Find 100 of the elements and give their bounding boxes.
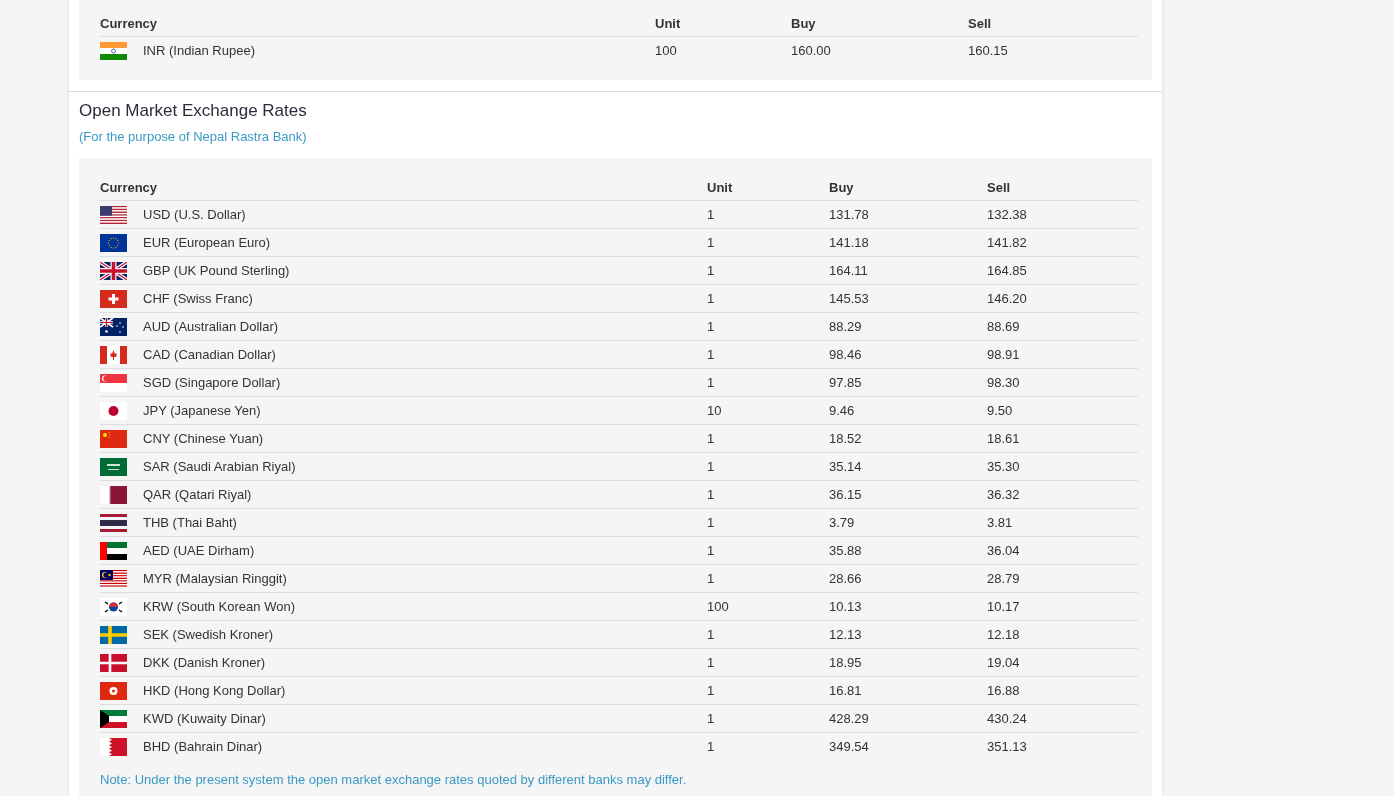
sell-rate: 430.24 (987, 711, 1027, 726)
buy-rate: 10.13 (829, 599, 862, 614)
flag-icon (100, 401, 127, 420)
sell-rate: 10.17 (987, 599, 1020, 614)
unit-cell: 1 (707, 431, 715, 446)
flag-icon (100, 457, 127, 476)
sell-rate: 9.50 (987, 403, 1013, 418)
column-header: Currency (100, 15, 158, 31)
flag-icon (100, 289, 127, 308)
unit-cell: 1 (707, 291, 715, 306)
flag-icon (100, 233, 127, 252)
unit-cell: 1 (707, 627, 715, 642)
unit-cell: 1 (707, 543, 715, 558)
flag-icon (100, 653, 127, 672)
flag-icon (100, 681, 127, 700)
unit-cell: 1 (707, 711, 715, 726)
buy-rate: 88.29 (829, 319, 862, 334)
flag-icon (100, 597, 127, 616)
section-title: Open Market Exchange Rates (79, 101, 307, 121)
sell-rate: 19.04 (987, 655, 1020, 670)
sell-rate: 160.15 (968, 43, 1008, 58)
buy-rate: 28.66 (829, 571, 862, 586)
flag-icon (100, 569, 127, 588)
unit-cell: 1 (707, 375, 715, 390)
buy-rate: 97.85 (829, 375, 862, 390)
currency-name: USD (U.S. Dollar) (143, 207, 246, 222)
unit-cell: 1 (707, 571, 715, 586)
currency-name: AUD (Australian Dollar) (143, 319, 279, 334)
buy-rate: 9.46 (829, 403, 855, 418)
currency-name: KWD (Kuwaity Dinar) (143, 711, 266, 726)
buy-rate: 141.18 (829, 235, 869, 250)
currency-name: QAR (Qatari Riyal) (143, 487, 252, 502)
flag-icon (100, 41, 127, 60)
sell-rate: 164.85 (987, 263, 1027, 278)
currency-name: JPY (Japanese Yen) (143, 403, 261, 418)
buy-rate: 16.81 (829, 683, 862, 698)
column-header: Buy (791, 15, 816, 31)
buy-rate: 36.15 (829, 487, 862, 502)
currency-name: EUR (European Euro) (143, 235, 271, 250)
column-header: Sell (987, 179, 1011, 195)
sell-rate: 98.30 (987, 375, 1020, 390)
unit-cell: 1 (707, 655, 715, 670)
flag-icon (100, 261, 127, 280)
sell-rate: 12.18 (987, 627, 1020, 642)
currency-name: SEK (Swedish Kroner) (143, 627, 274, 642)
section-subtitle: (For the purpose of Nepal Rastra Bank) (79, 129, 307, 144)
buy-rate: 164.11 (829, 263, 868, 278)
flag-icon (100, 205, 127, 224)
buy-rate: 35.88 (829, 543, 862, 558)
flag-icon (100, 541, 127, 560)
sell-rate: 3.81 (987, 515, 1013, 530)
currency-name: MYR (Malaysian Ringgit) (143, 571, 287, 586)
unit-cell: 1 (707, 739, 715, 754)
currency-name: SGD (Singapore Dollar) (143, 375, 281, 390)
flag-icon (100, 317, 127, 336)
unit-cell: 1 (707, 683, 715, 698)
sell-rate: 98.91 (987, 347, 1020, 362)
buy-rate: 18.95 (829, 655, 862, 670)
sell-rate: 141.82 (987, 235, 1027, 250)
buy-rate: 428.29 (829, 711, 869, 726)
unit-cell: 100 (655, 43, 677, 58)
sell-rate: 132.38 (987, 207, 1027, 222)
buy-rate: 160.00 (791, 43, 831, 58)
currency-name: THB (Thai Baht) (143, 515, 237, 530)
currency-name: DKK (Danish Kroner) (143, 655, 266, 670)
flag-icon (100, 429, 127, 448)
currency-name: KRW (South Korean Won) (143, 599, 295, 614)
sell-rate: 28.79 (987, 571, 1020, 586)
buy-rate: 12.13 (829, 627, 862, 642)
sell-rate: 88.69 (987, 319, 1020, 334)
unit-cell: 1 (707, 487, 715, 502)
unit-cell: 100 (707, 599, 729, 614)
buy-rate: 98.46 (829, 347, 862, 362)
flag-icon (100, 373, 127, 392)
column-header: Sell (968, 15, 992, 31)
unit-cell: 1 (707, 235, 715, 250)
sell-rate: 35.30 (987, 459, 1020, 474)
sell-rate: 36.32 (987, 487, 1020, 502)
currency-name: SAR (Saudi Arabian Riyal) (143, 459, 296, 474)
flag-icon (100, 485, 127, 504)
currency-name: CAD (Canadian Dollar) (143, 347, 276, 362)
sell-rate: 36.04 (987, 543, 1020, 558)
flag-icon (100, 625, 127, 644)
unit-cell: 1 (707, 459, 715, 474)
flag-icon (100, 345, 127, 364)
buy-rate: 131.78 (829, 207, 869, 222)
sell-rate: 146.20 (987, 291, 1027, 306)
unit-cell: 1 (707, 347, 715, 362)
buy-rate: 145.53 (829, 291, 869, 306)
currency-name: HKD (Hong Kong Dollar) (143, 683, 286, 698)
flag-icon (100, 513, 127, 532)
buy-rate: 18.52 (829, 431, 862, 446)
currency-name: AED (UAE Dirham) (143, 543, 255, 558)
currency-name: INR (Indian Rupee) (143, 43, 255, 58)
column-header: Unit (707, 179, 733, 195)
column-header: Buy (829, 179, 854, 195)
unit-cell: 1 (707, 207, 715, 222)
note-text: Note: Under the present system the open market exchange rates quoted by different banks may differ. (100, 772, 687, 787)
column-header: Unit (655, 15, 681, 31)
buy-rate: 35.14 (829, 459, 862, 474)
